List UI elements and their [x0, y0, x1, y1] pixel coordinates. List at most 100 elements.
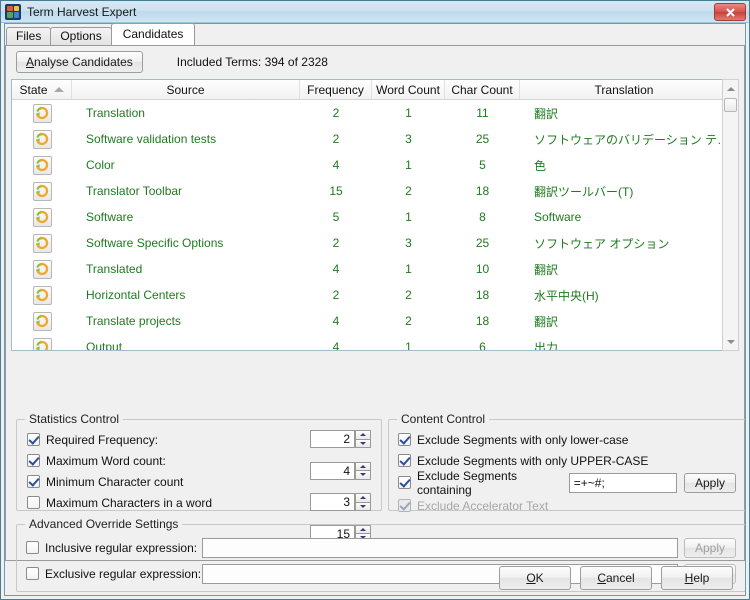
candidates-grid: State Source Frequency Word Count Char C…: [11, 79, 739, 351]
scroll-up-icon[interactable]: [723, 80, 738, 97]
cell-word-count: 3: [405, 236, 412, 250]
refresh-circle-icon[interactable]: [32, 207, 52, 227]
tab-files-label: Files: [16, 29, 42, 43]
column-header-state[interactable]: State: [12, 80, 72, 99]
column-header-translation[interactable]: Translation: [520, 80, 728, 99]
cell-char-count: 25: [475, 132, 490, 146]
cell-word-count: 2: [405, 184, 412, 198]
close-glyph: [725, 7, 735, 17]
cell-word-count: 2: [405, 288, 412, 302]
exclude-containing-apply-button[interactable]: Apply: [683, 472, 736, 493]
triangle-up-glyph: [360, 496, 366, 500]
grid-body[interactable]: Translation 2 1 11 翻訳 Software validation tes…: [12, 100, 738, 350]
tab-strip: Files Options Candidates: [6, 23, 196, 45]
close-icon[interactable]: [714, 3, 746, 21]
table-row[interactable]: Software validation tests 2 3 25 ソフトウェアのバリデー…: [12, 126, 738, 152]
cell-word-count: 1: [405, 340, 412, 350]
table-row[interactable]: Software Specific Options 2 3 25 ソフトウェア オプショ…: [12, 230, 738, 256]
refresh-circle-glyph: [36, 132, 49, 146]
cell-frequency: 5: [332, 210, 340, 224]
refresh-circle-glyph: [36, 236, 49, 250]
cancel-button[interactable]: Cancel: [580, 566, 652, 590]
stepper-maximum-word-count-down[interactable]: [355, 470, 371, 480]
checkbox-inclusive-regex[interactable]: [26, 541, 39, 554]
stepper-minimum-character-count-down[interactable]: [355, 501, 371, 511]
table-row[interactable]: Output 4 1 6 出力: [12, 334, 738, 350]
cell-state: [12, 178, 72, 204]
refresh-circle-glyph: [36, 184, 49, 198]
stepper-required-frequency[interactable]: 2: [310, 430, 371, 448]
refresh-circle-icon[interactable]: [32, 181, 52, 201]
tab-options[interactable]: Options: [50, 27, 112, 45]
cell-char-count: 18: [475, 314, 490, 328]
row-maximum-word-count: Maximum Word count: 4: [27, 451, 371, 480]
analyse-candidates-button[interactable]: Analyse Candidates: [16, 51, 143, 73]
label-exclude-accelerator-text: Exclude Accelerator Text: [417, 498, 549, 513]
ok-button[interactable]: OK: [499, 566, 571, 590]
refresh-circle-icon[interactable]: [32, 233, 52, 253]
checkbox-maximum-word-count[interactable]: [27, 454, 40, 467]
stepper-maximum-word-count-up[interactable]: [355, 461, 371, 470]
table-row[interactable]: Translation 2 1 11 翻訳: [12, 100, 738, 126]
label-exclude-containing: Exclude Segments containing: [417, 468, 518, 497]
refresh-circle-icon[interactable]: [32, 311, 52, 331]
checkbox-exclude-containing[interactable]: [398, 476, 411, 489]
exclude-containing-input[interactable]: =+~#;: [568, 472, 677, 493]
label-maximum-word-count: Maximum Word count:: [46, 453, 166, 468]
checkbox-required-frequency[interactable]: [27, 433, 40, 446]
checkbox-maximum-characters-in-a-word[interactable]: [27, 496, 40, 509]
table-row[interactable]: Color 4 1 5 色: [12, 152, 738, 178]
table-row[interactable]: Translated 4 1 10 翻訳: [12, 256, 738, 282]
help-rest: elp: [693, 571, 710, 585]
stepper-minimum-character-count-up[interactable]: [355, 493, 371, 502]
cell-frequency: 4: [332, 340, 340, 350]
checkbox-exclude-lowercase[interactable]: [398, 433, 411, 446]
tab-candidates[interactable]: Candidates: [110, 23, 196, 45]
cell-translation: ソフトウェアのバリデーション テ…: [534, 132, 728, 147]
label-required-frequency: Required Frequency:: [46, 432, 159, 447]
cell-source: Output: [86, 340, 123, 350]
scrollbar-thumb[interactable]: [724, 98, 737, 112]
inclusive-regex-apply-button[interactable]: Apply: [683, 537, 736, 558]
stepper-required-frequency-down[interactable]: [355, 438, 371, 448]
column-header-char-count[interactable]: Char Count: [445, 80, 520, 99]
refresh-circle-icon[interactable]: [32, 155, 52, 175]
cell-word-count: 1: [405, 158, 412, 172]
stepper-maximum-word-count[interactable]: 4: [310, 461, 371, 480]
stepper-minimum-character-count[interactable]: 3: [310, 493, 371, 511]
tab-files[interactable]: Files: [6, 27, 52, 45]
refresh-circle-icon[interactable]: [32, 129, 52, 149]
cell-char-count: 11: [476, 106, 489, 120]
stepper-required-frequency-up[interactable]: [355, 430, 371, 439]
row-exclude-uppercase: Exclude Segments with only UPPER-CASE: [398, 451, 736, 470]
table-row[interactable]: Horizontal Centers 2 2 18 水平中央(H): [12, 282, 738, 308]
stepper-minimum-character-count-value[interactable]: 3: [310, 493, 355, 511]
inclusive-regex-input[interactable]: [202, 537, 678, 558]
refresh-circle-icon[interactable]: [32, 337, 52, 350]
cell-frequency: 15: [329, 184, 343, 198]
content-rows: Exclude Segments with only lower-case Ex…: [398, 430, 736, 515]
cell-char-count: 5: [479, 158, 486, 172]
refresh-circle-icon[interactable]: [32, 103, 52, 123]
statistics-control-group: Statistics Control Required Frequency: 2: [16, 412, 382, 543]
title-bar: Term Harvest Expert: [1, 1, 749, 23]
table-row[interactable]: Software 5 1 8 Software: [12, 204, 738, 230]
column-header-frequency[interactable]: Frequency: [300, 80, 372, 99]
tab-page-candidates: Analyse Candidates Included Terms: 394 o…: [5, 45, 746, 592]
table-row[interactable]: Translator Toolbar 15 2 18 翻訳ツールバー(T): [12, 178, 738, 204]
table-row[interactable]: Translate projects 4 2 18 翻訳: [12, 308, 738, 334]
grid-vertical-scrollbar[interactable]: [722, 79, 739, 351]
cell-word-count: 1: [405, 262, 412, 276]
help-button[interactable]: Help: [661, 566, 733, 590]
column-header-source[interactable]: Source: [72, 80, 300, 99]
column-header-word-count[interactable]: Word Count: [372, 80, 445, 99]
refresh-circle-icon[interactable]: [32, 259, 52, 279]
scroll-down-icon[interactable]: [723, 333, 738, 350]
cell-source: Horizontal Centers: [86, 288, 186, 302]
stepper-maximum-word-count-value[interactable]: 4: [310, 461, 355, 480]
checkbox-minimum-character-count[interactable]: [27, 475, 40, 488]
cell-word-count: 3: [405, 132, 412, 146]
stepper-required-frequency-value[interactable]: 2: [310, 430, 355, 448]
refresh-circle-icon[interactable]: [32, 285, 52, 305]
checkbox-exclude-uppercase[interactable]: [398, 454, 411, 467]
